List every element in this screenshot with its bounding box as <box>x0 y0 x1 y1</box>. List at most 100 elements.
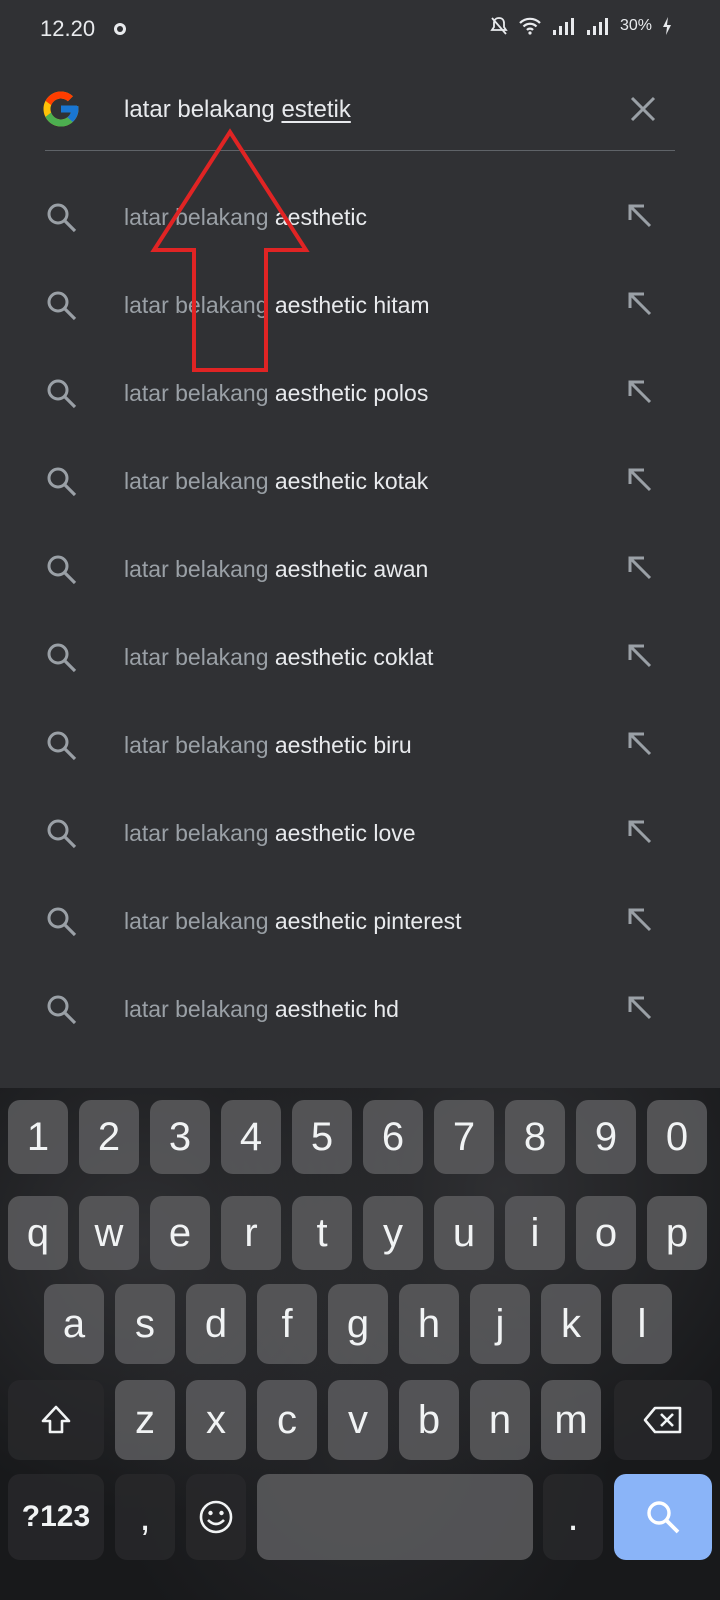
key-8[interactable]: 8 <box>505 1100 565 1174</box>
suggestion-item[interactable]: latar belakang aesthetic pinterest <box>0 878 720 966</box>
suggestion-item[interactable]: latar belakang aesthetic <box>0 174 720 262</box>
suggestion-item[interactable]: latar belakang aesthetic awan <box>0 526 720 614</box>
search-icon <box>47 643 77 673</box>
arrow-up-left-icon[interactable] <box>622 286 658 322</box>
signal-icon-2 <box>586 18 608 35</box>
suggestion-prefix: latar belakang <box>124 996 275 1022</box>
key-1[interactable]: 1 <box>8 1100 68 1174</box>
arrow-up-left-icon[interactable] <box>622 550 658 586</box>
suggestion-prefix: latar belakang <box>124 908 275 934</box>
key-4[interactable]: 4 <box>221 1100 281 1174</box>
suggestion-prefix: latar belakang <box>124 820 275 846</box>
key-m[interactable]: m <box>541 1380 601 1460</box>
space-key[interactable] <box>257 1474 533 1560</box>
search-key[interactable] <box>614 1474 712 1560</box>
key-o[interactable]: o <box>576 1196 636 1270</box>
suggestion-text: latar belakang aesthetic love <box>124 820 416 847</box>
arrow-up-left-icon[interactable] <box>622 814 658 850</box>
key-6[interactable]: 6 <box>363 1100 423 1174</box>
suggestion-text: latar belakang aesthetic kotak <box>124 468 428 495</box>
key-r[interactable]: r <box>221 1196 281 1270</box>
suggestion-item[interactable]: latar belakang aesthetic hitam <box>0 262 720 350</box>
arrow-up-left-icon[interactable] <box>622 374 658 410</box>
key-2[interactable]: 2 <box>79 1100 139 1174</box>
suggestion-item[interactable]: latar belakang aesthetic biru <box>0 702 720 790</box>
suggestion-text: latar belakang aesthetic <box>124 204 367 231</box>
suggestion-prefix: latar belakang <box>124 556 275 582</box>
suggestion-completion: aesthetic kotak <box>274 468 429 494</box>
suggestion-completion: aesthetic <box>274 204 367 230</box>
search-input[interactable]: latar belakang estetik <box>124 96 351 124</box>
suggestion-item[interactable]: latar belakang aesthetic polos <box>0 350 720 438</box>
emoji-key[interactable] <box>186 1474 246 1560</box>
search-icon <box>47 379 77 409</box>
key-g[interactable]: g <box>328 1284 388 1364</box>
suggestion-completion: aesthetic awan <box>274 556 429 582</box>
key-9[interactable]: 9 <box>576 1100 636 1174</box>
search-icon <box>47 907 77 937</box>
key-z[interactable]: z <box>115 1380 175 1460</box>
backspace-key[interactable] <box>614 1380 712 1460</box>
search-bar: latar belakang estetik <box>0 62 720 152</box>
arrow-up-left-icon[interactable] <box>622 462 658 498</box>
key-s[interactable]: s <box>115 1284 175 1364</box>
arrow-up-left-icon[interactable] <box>622 726 658 762</box>
suggestion-item[interactable]: latar belakang aesthetic kotak <box>0 438 720 526</box>
search-icon <box>47 731 77 761</box>
key-j[interactable]: j <box>470 1284 530 1364</box>
suggestion-completion: aesthetic hitam <box>274 292 430 318</box>
search-icon <box>47 995 77 1025</box>
suggestion-completion: aesthetic hd <box>274 996 399 1022</box>
key-5[interactable]: 5 <box>292 1100 352 1174</box>
query-composing-word: estetik <box>281 96 351 123</box>
keyboard: 1 2 3 4 5 6 7 8 9 0 q w e r t y u i o p a s d f g h j k l z x c v b n m ?123… <box>0 1088 720 1600</box>
search-icon <box>47 467 77 497</box>
backspace-icon <box>643 1406 682 1434</box>
suggestion-list: latar belakang aesthetic latar belakang … <box>0 174 720 1054</box>
key-k[interactable]: k <box>541 1284 601 1364</box>
key-x[interactable]: x <box>186 1380 246 1460</box>
close-icon[interactable] <box>626 92 660 126</box>
suggestion-text: latar belakang aesthetic pinterest <box>124 908 462 935</box>
symbols-key[interactable]: ?123 <box>8 1474 104 1560</box>
search-icon <box>47 555 77 585</box>
key-l[interactable]: l <box>612 1284 672 1364</box>
search-icon <box>47 819 77 849</box>
key-c[interactable]: c <box>257 1380 317 1460</box>
key-p[interactable]: p <box>647 1196 707 1270</box>
arrow-up-left-icon[interactable] <box>622 990 658 1026</box>
key-d[interactable]: d <box>186 1284 246 1364</box>
suggestion-prefix: latar belakang <box>124 204 275 230</box>
key-0[interactable]: 0 <box>647 1100 707 1174</box>
arrow-up-left-icon[interactable] <box>622 638 658 674</box>
suggestion-item[interactable]: latar belakang aesthetic coklat <box>0 614 720 702</box>
key-u[interactable]: u <box>434 1196 494 1270</box>
key-b[interactable]: b <box>399 1380 459 1460</box>
key-a[interactable]: a <box>44 1284 104 1364</box>
key-7[interactable]: 7 <box>434 1100 494 1174</box>
key-q[interactable]: q <box>8 1196 68 1270</box>
period-key[interactable]: . <box>543 1474 603 1560</box>
key-n[interactable]: n <box>470 1380 530 1460</box>
suggestion-text: latar belakang aesthetic awan <box>124 556 428 583</box>
search-icon <box>47 203 77 233</box>
signal-icon <box>552 18 574 35</box>
key-h[interactable]: h <box>399 1284 459 1364</box>
key-i[interactable]: i <box>505 1196 565 1270</box>
arrow-up-left-icon[interactable] <box>622 198 658 234</box>
key-f[interactable]: f <box>257 1284 317 1364</box>
suggestion-item[interactable]: latar belakang aesthetic hd <box>0 966 720 1054</box>
suggestion-prefix: latar belakang <box>124 380 275 406</box>
suggestion-item[interactable]: latar belakang aesthetic love <box>0 790 720 878</box>
status-time: 12.20 <box>40 16 96 41</box>
key-e[interactable]: e <box>150 1196 210 1270</box>
suggestion-prefix: latar belakang <box>124 292 275 318</box>
arrow-up-left-icon[interactable] <box>622 902 658 938</box>
comma-key[interactable]: , <box>115 1474 175 1560</box>
key-t[interactable]: t <box>292 1196 352 1270</box>
key-3[interactable]: 3 <box>150 1100 210 1174</box>
key-y[interactable]: y <box>363 1196 423 1270</box>
key-v[interactable]: v <box>328 1380 388 1460</box>
shift-key[interactable] <box>8 1380 104 1460</box>
key-w[interactable]: w <box>79 1196 139 1270</box>
